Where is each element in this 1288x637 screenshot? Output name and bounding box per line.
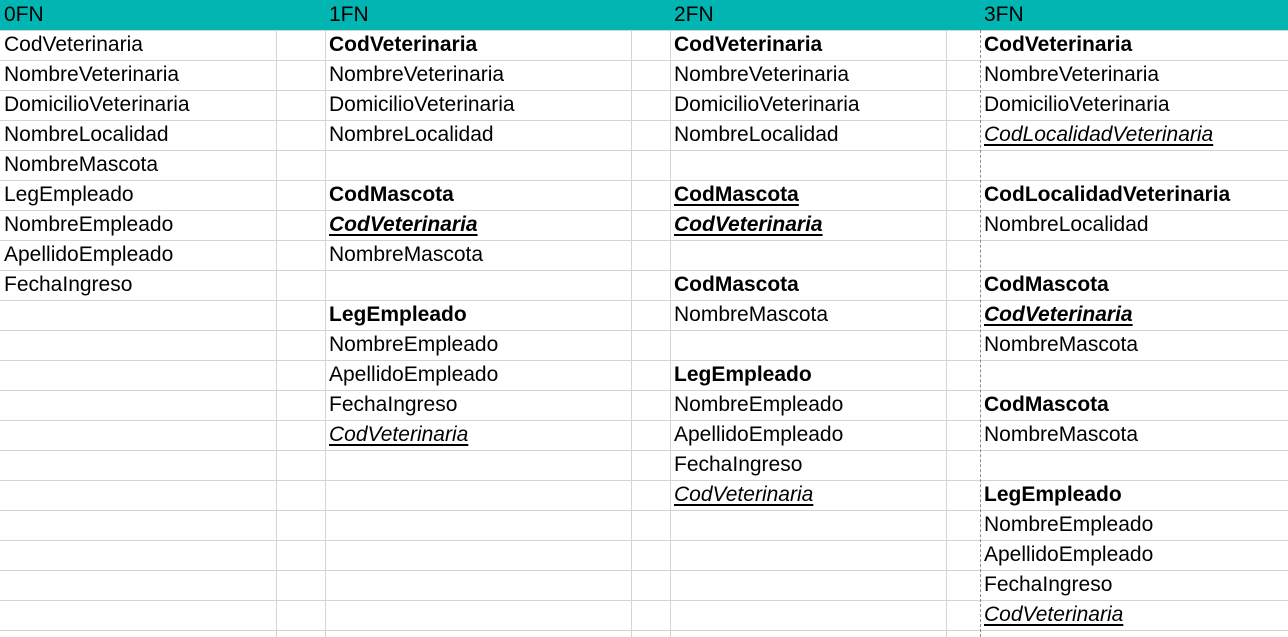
table-cell[interactable]: LegEmpleado (329, 300, 467, 330)
header-0fn[interactable]: 0FN (4, 0, 44, 30)
spreadsheet: 0FN 1FN 2FN 3FN CodVeterinaria NombreVete… (0, 0, 1288, 637)
table-cell[interactable]: CodMascota (674, 180, 799, 210)
table-cell[interactable]: NombreLocalidad (329, 120, 494, 150)
row-gridline (0, 150, 1288, 151)
page-break-line (980, 30, 981, 637)
table-cell[interactable]: CodLocalidadVeterinaria (984, 120, 1213, 150)
table-cell[interactable]: LegEmpleado (4, 180, 134, 210)
table-cell[interactable]: CodLocalidadVeterinaria (984, 180, 1230, 210)
column-gridline (946, 30, 947, 637)
table-cell[interactable]: CodVeterinaria (984, 300, 1133, 330)
table-cell[interactable]: CodMascota (984, 390, 1109, 420)
table-cell[interactable]: CodVeterinaria (329, 420, 468, 450)
table-cell[interactable]: NombreVeterinaria (984, 60, 1159, 90)
table-cell[interactable]: LegEmpleado (674, 360, 812, 390)
table-cell[interactable]: NombreEmpleado (4, 210, 173, 240)
table-cell[interactable]: CodVeterinaria (329, 30, 477, 60)
table-cell[interactable]: FechaIngreso (984, 570, 1112, 600)
table-cell[interactable]: NombreMascota (984, 330, 1138, 360)
column-gridline (670, 30, 671, 637)
table-cell[interactable]: ApellidoEmpleado (329, 360, 498, 390)
table-cell[interactable]: NombreVeterinaria (329, 60, 504, 90)
table-cell[interactable]: NombreMascota (674, 300, 828, 330)
column-gridline (631, 30, 632, 637)
table-cell[interactable]: DomicilioVeterinaria (329, 90, 515, 120)
header-row: 0FN 1FN 2FN 3FN (0, 0, 1288, 30)
table-cell[interactable]: NombreVeterinaria (674, 60, 849, 90)
column-gridline (325, 30, 326, 637)
table-cell[interactable]: CodVeterinaria (329, 210, 478, 240)
table-cell[interactable]: CodVeterinaria (984, 600, 1123, 630)
table-cell[interactable]: NombreVeterinaria (4, 60, 179, 90)
header-3fn[interactable]: 3FN (984, 0, 1024, 30)
header-1fn[interactable]: 1FN (329, 0, 369, 30)
table-cell[interactable]: NombreMascota (984, 420, 1138, 450)
table-cell[interactable]: NombreLocalidad (4, 120, 169, 150)
row-gridline (0, 630, 1288, 631)
row-gridline (0, 360, 1288, 361)
table-cell[interactable]: DomicilioVeterinaria (4, 90, 190, 120)
table-cell[interactable]: CodVeterinaria (4, 30, 143, 60)
table-cell[interactable]: NombreMascota (329, 240, 483, 270)
table-cell[interactable]: CodMascota (329, 180, 454, 210)
table-cell[interactable]: CodVeterinaria (984, 30, 1132, 60)
table-cell[interactable]: FechaIngreso (329, 390, 457, 420)
table-cell[interactable]: CodVeterinaria (674, 30, 822, 60)
table-cell[interactable]: LegEmpleado (984, 480, 1122, 510)
table-cell[interactable]: DomicilioVeterinaria (984, 90, 1170, 120)
table-cell[interactable]: NombreLocalidad (674, 120, 839, 150)
table-cell[interactable]: DomicilioVeterinaria (674, 90, 860, 120)
table-cell[interactable]: ApellidoEmpleado (4, 240, 173, 270)
table-cell[interactable]: FechaIngreso (4, 270, 132, 300)
table-cell[interactable]: ApellidoEmpleado (984, 540, 1153, 570)
table-cell[interactable]: CodVeterinaria (674, 480, 813, 510)
table-cell[interactable]: CodVeterinaria (674, 210, 823, 240)
table-cell[interactable]: NombreEmpleado (674, 390, 843, 420)
table-cell[interactable]: NombreLocalidad (984, 210, 1149, 240)
table-cell[interactable]: CodMascota (984, 270, 1109, 300)
table-cell[interactable]: CodMascota (674, 270, 799, 300)
column-gridline (276, 30, 277, 637)
table-cell[interactable]: NombreEmpleado (329, 330, 498, 360)
header-2fn[interactable]: 2FN (674, 0, 714, 30)
table-cell[interactable]: NombreEmpleado (984, 510, 1153, 540)
row-gridline (0, 240, 1288, 241)
table-cell[interactable]: FechaIngreso (674, 450, 802, 480)
row-gridline (0, 450, 1288, 451)
table-cell[interactable]: ApellidoEmpleado (674, 420, 843, 450)
table-cell[interactable]: NombreMascota (4, 150, 158, 180)
